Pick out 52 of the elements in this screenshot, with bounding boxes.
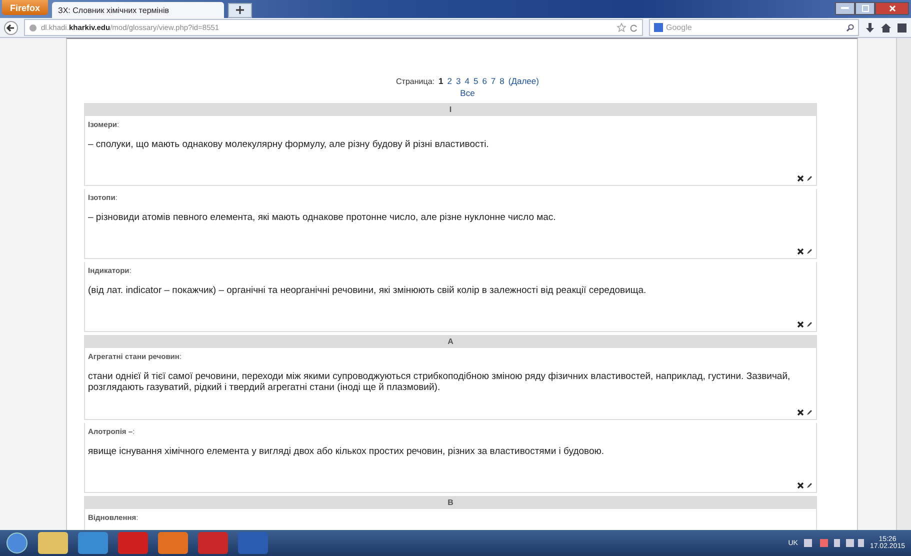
star-icon[interactable] xyxy=(617,23,626,32)
page-link[interactable]: 7 xyxy=(490,76,496,86)
page-link[interactable]: 8 xyxy=(500,76,504,86)
search-icon[interactable] xyxy=(846,24,854,32)
plus-icon xyxy=(236,6,244,14)
browser-tab[interactable]: ЗХ: Словник хімічних термінів xyxy=(52,2,224,18)
all-pages-link[interactable]: Все xyxy=(460,88,475,98)
page-link[interactable]: 5 xyxy=(473,76,478,86)
home-icon[interactable] xyxy=(881,22,891,32)
back-icon[interactable] xyxy=(4,20,18,34)
edit-icon[interactable] xyxy=(806,248,813,255)
letter-header: І xyxy=(84,103,817,116)
scrollbar[interactable] xyxy=(896,38,911,530)
close-button[interactable] xyxy=(875,2,909,15)
page-link[interactable]: 2 xyxy=(447,76,452,86)
entry-definition: стани однієї й тієї самої речовини, переходи між якими супроводжуються стрибкоподібною зміною ряду фізичних властивостей, наприклад, густини. Зазвичай, розглядають газуватий, рідкий і твердий агрегатні стани (іноді ще й плазмовий). xyxy=(88,371,792,393)
letter-header: В xyxy=(84,496,817,509)
close-icon xyxy=(888,5,896,12)
page-link[interactable]: 4 xyxy=(464,76,470,86)
edit-icon[interactable] xyxy=(806,482,813,489)
download-icon[interactable] xyxy=(865,22,875,32)
edit-icon[interactable] xyxy=(806,321,813,328)
bookmarks-icon[interactable] xyxy=(897,22,907,32)
delete-icon[interactable] xyxy=(797,409,804,416)
entry-definition: – сполуки, що мають однакову молекулярну формулу, але різну будову й різні властивості. xyxy=(88,139,490,150)
delete-icon[interactable] xyxy=(797,175,804,182)
globe-icon xyxy=(29,24,37,32)
page-link[interactable]: 6 xyxy=(482,76,487,86)
entry-definition: явище існування хімічного елемента у вигляді двох або кількох простих речовин, різних за властивостями і будовою. xyxy=(88,446,606,457)
minimize-button[interactable] xyxy=(835,2,855,15)
minimize-icon xyxy=(841,7,849,10)
delete-icon[interactable] xyxy=(797,248,804,255)
next-link[interactable]: (Далее) xyxy=(508,76,539,86)
new-tab-button[interactable] xyxy=(228,3,252,18)
edit-icon[interactable] xyxy=(806,175,813,182)
page-link[interactable]: 3 xyxy=(456,76,461,86)
reload-icon[interactable] xyxy=(630,24,638,32)
letter-header: А xyxy=(84,335,817,348)
tab-title: ЗХ: Словник хімічних термінів xyxy=(58,6,169,14)
edit-icon[interactable] xyxy=(806,409,813,416)
maximize-icon xyxy=(862,5,868,12)
delete-icon[interactable] xyxy=(797,482,804,489)
maximize-button[interactable] xyxy=(855,2,875,15)
delete-icon[interactable] xyxy=(797,321,804,328)
start-icon[interactable] xyxy=(6,532,28,554)
google-logo-icon xyxy=(654,23,663,32)
pagination-label: Страница: xyxy=(396,76,435,86)
page-link[interactable]: 1 xyxy=(438,76,444,86)
search-placeholder: Google xyxy=(666,23,692,32)
entry-definition: – різновиди атомів певного елемента, які мають однакове протонне число, але різне нуклонне число мас. xyxy=(88,212,557,223)
tray-icons[interactable] xyxy=(804,538,864,548)
entry-definition: (від лат. indicator – покажчик) – органічні та неорганічні речовини, які змінюють свій колір в залежності від реакції середовища. xyxy=(88,285,648,296)
